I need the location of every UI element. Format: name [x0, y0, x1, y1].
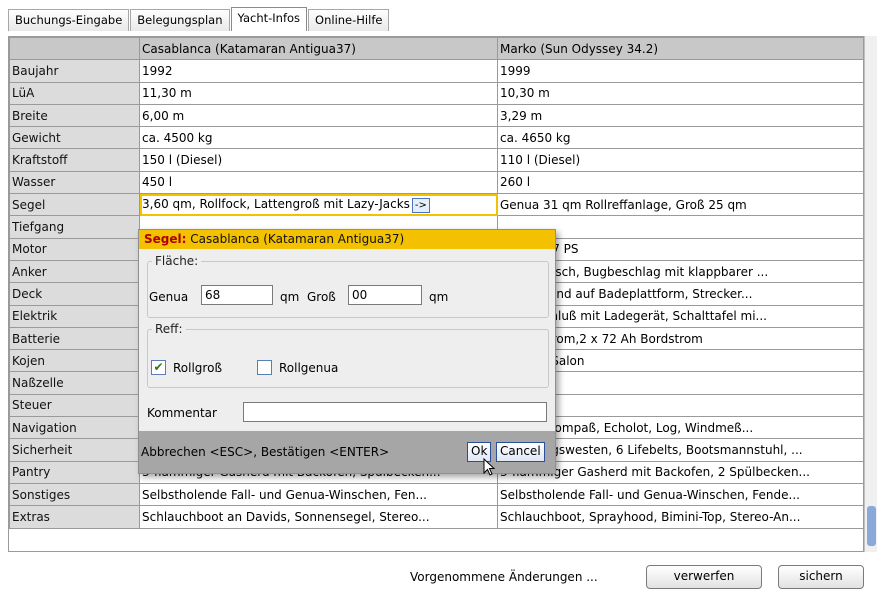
row-header-lüa: LüA [9, 81, 140, 105]
changes-message: Vorgenommene Änderungen ... [410, 570, 598, 584]
table-row: Kraftstoff 150 l (Diesel) 110 l (Diesel) [9, 148, 863, 172]
cell-yacht-1[interactable]: 150 l (Diesel) [139, 148, 498, 172]
row-header-motor: Motor [9, 237, 140, 261]
cell-yacht-1[interactable]: 1992 [139, 59, 498, 83]
tab-yacht-infos[interactable]: Yacht-Infos [230, 7, 308, 31]
cell-yacht-2[interactable]: 110 l (Diesel) [497, 148, 863, 172]
table-row: Segel 3,60 qm, Rollfock, Lattengroß mit L… [9, 193, 863, 217]
tab-bar: Buchungs-Eingabe Belegungsplan Yacht-Inf… [8, 7, 390, 31]
row-header-sonstiges: Sonstiges [9, 482, 140, 507]
cell-yacht-1[interactable]: 6,00 m [139, 103, 498, 128]
cell-yacht-1[interactable]: Selbstholende Fall- und Genua-Winschen, … [139, 482, 498, 507]
scrollbar-thumb[interactable] [867, 506, 876, 546]
column-header-yacht-2[interactable]: Marko (Sun Odyssey 34.2) [497, 37, 863, 61]
table-row: Gewicht ca. 4500 kg ca. 4650 kg [9, 126, 863, 150]
row-header-elektrik: Elektrik [9, 304, 140, 328]
row-header-anker: Anker [9, 259, 140, 284]
row-header-tiefgang: Tiefgang [9, 215, 140, 239]
table-row: Extras Schlauchboot an Davids, Sonnensege… [9, 505, 863, 529]
popup-title-yacht: Casablanca (Katamaran Antigua37) [186, 232, 405, 246]
cell-yacht-2[interactable]: 1999 [497, 59, 863, 83]
cell-yacht-1[interactable]: 3,60 qm, Rollfock, Lattengroß mit Lazy-J… [139, 193, 498, 217]
row-header-extras: Extras [9, 505, 140, 529]
row-header-deck: Deck [9, 282, 140, 306]
cell-yacht-1[interactable]: ca. 4500 kg [139, 126, 498, 150]
table-row: Wasser 450 l 260 l [9, 170, 863, 195]
table-row: LüA 11,30 m 10,30 m [9, 81, 863, 105]
gross-unit: qm [429, 290, 449, 304]
bottom-bar: Vorgenommene Änderungen ... verwerfen si… [8, 554, 877, 599]
row-header-pantry: Pantry [9, 460, 140, 484]
rollgenua-label: Rollgenua [279, 361, 339, 375]
cell-yacht-2[interactable]: ca. 4650 kg [497, 126, 863, 150]
table-header-row: Casablanca (Katamaran Antigua37) Marko (… [9, 37, 863, 61]
kommentar-label: Kommentar [147, 406, 217, 420]
row-header-kojen: Kojen [9, 349, 140, 373]
cell-yacht-1[interactable]: 11,30 m [139, 81, 498, 105]
rollgenua-checkbox[interactable] [257, 360, 272, 375]
cell-yacht-2[interactable]: 3,29 m [497, 103, 863, 128]
rollgross-checkbox[interactable]: ✔ [151, 360, 166, 375]
table-row: Baujahr 1992 1999 [9, 59, 863, 83]
tab-online-hilfe[interactable]: Online-Hilfe [308, 9, 390, 31]
genua-input[interactable]: 68 [201, 285, 273, 305]
cell-yacht-1[interactable]: 450 l [139, 170, 498, 195]
row-header-batterie: Batterie [9, 326, 140, 351]
row-header-baujahr: Baujahr [9, 59, 140, 83]
tab-belegungsplan[interactable]: Belegungsplan [130, 9, 230, 31]
keyboard-hint: Abbrechen <ESC>, Bestätigen <ENTER> [141, 445, 390, 459]
column-header-yacht-1[interactable]: Casablanca (Katamaran Antigua37) [139, 37, 498, 61]
save-button[interactable]: sichern [778, 565, 864, 589]
reff-group: Reff: [147, 322, 549, 388]
row-header-steuer: Steuer [9, 393, 140, 418]
mouse-cursor-icon [483, 458, 496, 476]
row-header-sicherheit: Sicherheit [9, 438, 140, 462]
cell-yacht-2[interactable]: Selbstholende Fall- und Genua-Winschen, … [497, 482, 863, 507]
cancel-button[interactable]: Cancel [496, 442, 545, 462]
row-header-gewicht: Gewicht [9, 126, 140, 150]
row-header-navigation: Navigation [9, 416, 140, 440]
edit-arrow-button[interactable]: -> [411, 197, 430, 213]
row-header-wasser: Wasser [9, 170, 140, 195]
segel-edit-popup: Segel: Casablanca (Katamaran Antigua37) … [138, 229, 556, 474]
genua-label: Genua [149, 290, 189, 304]
gross-label: Groß [307, 290, 336, 304]
row-header-naßzelle: Naßzelle [9, 371, 140, 395]
row-header-breite: Breite [9, 103, 140, 128]
row-header-kraftstoff: Kraftstoff [9, 148, 140, 172]
gross-input[interactable]: 00 [348, 285, 422, 305]
popup-title: Segel: Casablanca (Katamaran Antigua37) [139, 230, 555, 249]
genua-unit: qm [280, 290, 300, 304]
header-corner [9, 37, 140, 61]
row-header-segel: Segel [9, 193, 140, 217]
tab-buchungs-eingabe[interactable]: Buchungs-Eingabe [8, 9, 130, 31]
popup-title-field: Segel: [144, 232, 187, 246]
table-row: Breite 6,00 m 3,29 m [9, 103, 863, 128]
cell-yacht-2[interactable]: 260 l [497, 170, 863, 195]
table-row: Sonstiges Selbstholende Fall- und Genua-W… [9, 482, 863, 507]
segel-cell-text: 3,60 qm, Rollfock, Lattengroß mit Lazy-J… [142, 196, 410, 211]
cell-yacht-1[interactable]: Schlauchboot an Davids, Sonnensegel, Ste… [139, 505, 498, 529]
discard-button[interactable]: verwerfen [646, 565, 762, 589]
cell-yacht-2[interactable]: Schlauchboot, Sprayhood, Bimini-Top, Ste… [497, 505, 863, 529]
cell-yacht-2[interactable]: Genua 31 qm Rollreffanlage, Groß 25 qm [497, 193, 863, 217]
cell-yacht-2[interactable]: 10,30 m [497, 81, 863, 105]
kommentar-input[interactable] [243, 402, 547, 422]
rollgross-label: Rollgroß [173, 361, 222, 375]
vertical-scrollbar[interactable] [864, 36, 877, 552]
flaeche-legend: Fläche: [155, 254, 199, 268]
reff-legend: Reff: [155, 322, 183, 336]
